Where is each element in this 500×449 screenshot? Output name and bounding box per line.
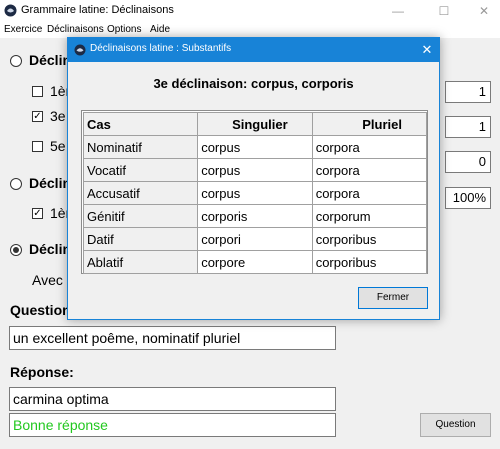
section-1-label: Déclin <box>29 52 72 68</box>
case-cell: Vocatif <box>82 158 199 182</box>
singular-cell: corpori <box>197 227 313 251</box>
question-label: Question <box>10 302 71 318</box>
counter-1: 1 <box>445 81 491 103</box>
question-button[interactable]: Question <box>420 413 491 437</box>
column-header-cas: Cas <box>82 112 199 136</box>
plural-cell: corpora <box>311 181 428 205</box>
fermer-button[interactable]: Fermer <box>358 287 428 309</box>
case-cell: Datif <box>82 227 199 251</box>
menu-bar: Exercice Déclinaisons Options Aide <box>0 22 500 38</box>
menu-exercice[interactable]: Exercice <box>4 24 42 35</box>
table-row: Vocatif corpus corpora <box>82 158 428 182</box>
declension-table: Cas Singulier Pluriel Nominatif corpus c… <box>81 110 428 274</box>
plural-cell: corporibus <box>311 250 428 274</box>
dialog-close-button[interactable]: ✕ <box>415 38 439 62</box>
table-row: Datif corpori corporibus <box>82 227 428 251</box>
checkbox-option-2[interactable]: ✓ <box>32 111 43 122</box>
option-2-label: 3e <box>50 108 66 124</box>
reponse-label: Réponse: <box>10 364 74 380</box>
radio-section-2[interactable] <box>10 178 22 190</box>
singular-cell: corpus <box>197 135 313 159</box>
window-titlebar: Grammaire latine: Déclinaisons — ☐ ✕ <box>0 0 500 22</box>
radio-section-1[interactable] <box>10 55 22 67</box>
window-close-button[interactable]: ✕ <box>468 0 500 22</box>
app-icon <box>4 4 17 17</box>
section-2-label: Déclin <box>29 175 72 191</box>
maximize-button[interactable]: ☐ <box>428 0 460 22</box>
singular-cell: corpus <box>197 158 313 182</box>
dialog-heading: 3e déclinaison: corpus, corporis <box>153 76 354 91</box>
table-row: Nominatif corpus corpora <box>82 135 428 159</box>
plural-cell: corpora <box>311 135 428 159</box>
checkbox-option-3[interactable] <box>32 141 43 152</box>
menu-declinaisons[interactable]: Déclinaisons <box>47 24 104 35</box>
case-cell: Nominatif <box>82 135 199 159</box>
menu-options[interactable]: Options <box>107 24 141 35</box>
counter-2: 1 <box>445 116 491 138</box>
radio-section-3[interactable] <box>10 244 22 256</box>
checkbox-option-4[interactable]: ✓ <box>32 208 43 219</box>
column-header-singulier: Singulier <box>197 112 313 136</box>
reponse-input[interactable]: carmina optima <box>9 387 336 411</box>
menu-aide[interactable]: Aide <box>150 24 170 35</box>
table-row: Génitif corporis corporum <box>82 204 428 228</box>
avec-label: Avec l <box>32 272 70 288</box>
case-cell: Génitif <box>82 204 199 228</box>
dialog-titlebar: Déclinaisons latine : Substantifs ✕ <box>68 38 439 62</box>
table-row: Accusatif corpus corpora <box>82 181 428 205</box>
checkbox-option-1[interactable] <box>32 86 43 97</box>
table-row: Ablatif corpore corporibus <box>82 250 428 274</box>
dialog-title: Déclinaisons latine : Substantifs <box>90 43 232 54</box>
plural-cell: corpora <box>311 158 428 182</box>
table-header-row: Cas Singulier Pluriel <box>82 112 428 136</box>
counter-3: 0 <box>445 151 491 173</box>
window-title: Grammaire latine: Déclinaisons <box>21 4 174 16</box>
option-3-label: 5e <box>50 138 66 154</box>
plural-cell: corporum <box>311 204 428 228</box>
app-icon <box>74 44 86 56</box>
minimize-button[interactable]: — <box>382 0 414 22</box>
section-3-label: Déclin <box>29 241 72 257</box>
case-cell: Accusatif <box>82 181 199 205</box>
singular-cell: corpus <box>197 181 313 205</box>
declinaisons-dialog: Déclinaisons latine : Substantifs ✕ 3e d… <box>67 37 440 320</box>
question-field[interactable]: un excellent poême, nominatif pluriel <box>9 326 336 350</box>
singular-cell: corpore <box>197 250 313 274</box>
column-header-pluriel: Pluriel <box>311 112 428 136</box>
counter-4: 100% <box>445 187 491 209</box>
plural-cell: corporibus <box>311 227 428 251</box>
case-cell: Ablatif <box>82 250 199 274</box>
singular-cell: corporis <box>197 204 313 228</box>
feedback-field: Bonne réponse <box>9 413 336 437</box>
